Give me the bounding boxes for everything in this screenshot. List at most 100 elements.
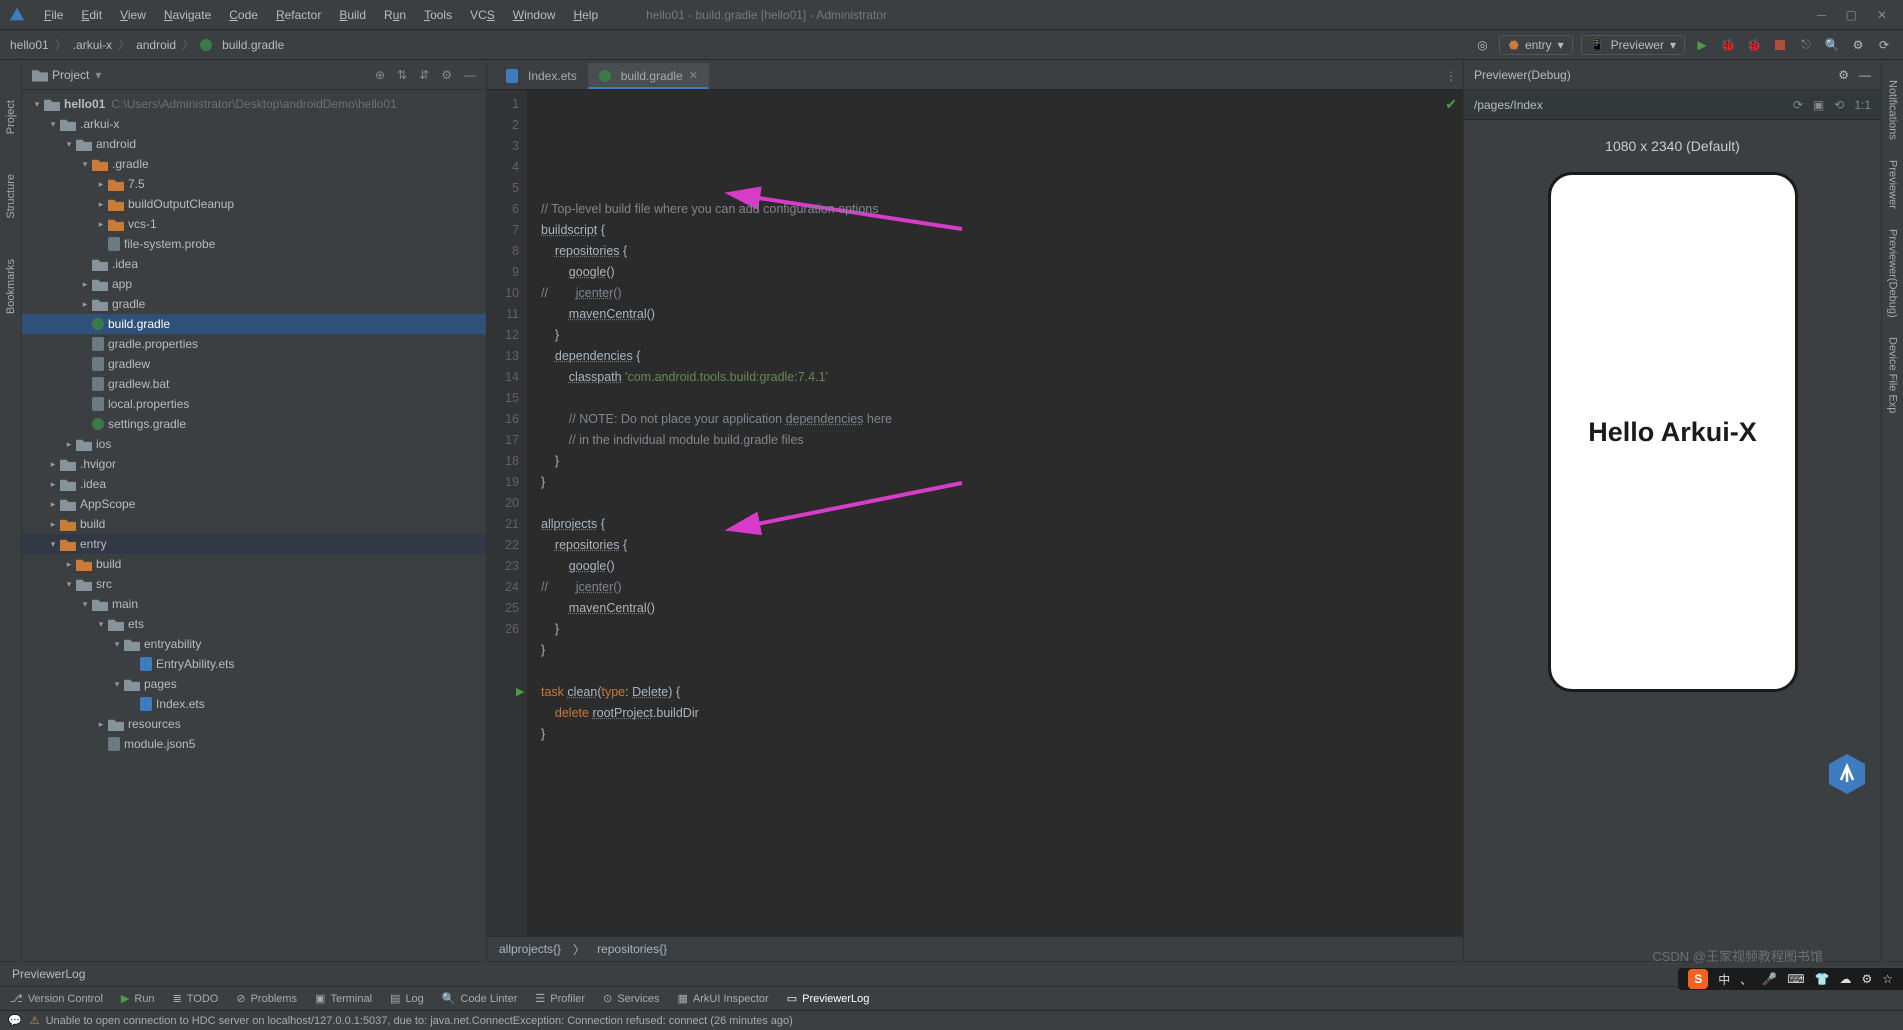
tree-item[interactable]: file-system.probe [124, 237, 215, 251]
editor-crumb-1[interactable]: repositories{} [597, 942, 667, 956]
project-tree[interactable]: ▾hello01C:\Users\Administrator\Desktop\a… [22, 90, 486, 961]
hide-icon[interactable]: — [464, 68, 476, 82]
tray-ime[interactable]: 中 [1718, 971, 1730, 988]
tree-item[interactable]: EntryAbility.ets [156, 657, 234, 671]
tree-item[interactable]: gradle.properties [108, 337, 198, 351]
tree-item[interactable]: gradlew.bat [108, 377, 169, 391]
tray-mic-icon[interactable]: 🎤 [1762, 972, 1777, 986]
collapse-icon[interactable]: ⇵ [419, 68, 429, 82]
rail-device-file[interactable]: Device File Exp [1887, 337, 1899, 413]
refresh-icon[interactable]: ⟳ [1875, 36, 1893, 54]
menu-run[interactable]: Run [376, 4, 414, 26]
bt-log[interactable]: ▤Log [390, 992, 424, 1005]
menu-build[interactable]: Build [331, 4, 374, 26]
bt-problems[interactable]: ⊘Problems [236, 992, 297, 1005]
run-button[interactable]: ▶ [1693, 36, 1711, 54]
target-icon[interactable]: ◎ [1473, 36, 1491, 54]
gear-icon[interactable]: ⚙ [1849, 36, 1867, 54]
menu-tools[interactable]: Tools [416, 4, 460, 26]
tray-punct[interactable]: 、 [1740, 971, 1752, 988]
tree-item[interactable]: app [112, 277, 132, 291]
harmony-badge-icon[interactable] [1825, 752, 1869, 796]
refresh-icon[interactable]: ⟳ [1793, 98, 1803, 112]
maximize-button[interactable]: ▢ [1846, 8, 1857, 22]
tree-item[interactable]: buildOutputCleanup [128, 197, 234, 211]
tab-build-gradle[interactable]: build.gradle✕ [588, 63, 709, 89]
run-config-entry[interactable]: ⬣ entry ▾ [1499, 35, 1572, 55]
tree-item[interactable]: build [96, 557, 121, 571]
tree-item-selected[interactable]: build.gradle [108, 317, 170, 331]
git-icon[interactable]: ⎋ [1797, 36, 1815, 54]
tree-item[interactable]: Index.ets [156, 697, 205, 711]
close-button[interactable]: ✕ [1877, 8, 1887, 22]
tree-item[interactable]: gradlew [108, 357, 150, 371]
expand-icon[interactable]: ⇅ [397, 68, 407, 82]
crumb-0[interactable]: hello01 [10, 38, 49, 52]
project-header-label[interactable]: Project [52, 68, 89, 82]
tray-keyboard-icon[interactable]: ⌨ [1787, 972, 1804, 986]
tree-item[interactable]: main [112, 597, 138, 611]
tree-item[interactable]: vcs-1 [128, 217, 157, 231]
tree-item[interactable]: gradle [112, 297, 145, 311]
chat-icon[interactable]: 💬 [8, 1014, 22, 1027]
gear-icon[interactable]: ⚙ [441, 68, 452, 82]
bt-arkui-inspector[interactable]: ▦ArkUI Inspector [678, 992, 769, 1005]
bt-terminal[interactable]: ▣Terminal [315, 992, 372, 1005]
tree-item[interactable]: .gradle [112, 157, 149, 171]
rail-bookmarks[interactable]: Bookmarks [5, 259, 17, 314]
menu-window[interactable]: Window [505, 4, 564, 26]
rail-notifications[interactable]: Notifications [1887, 80, 1899, 140]
tree-item[interactable]: local.properties [108, 397, 189, 411]
tree-item[interactable]: .idea [80, 477, 106, 491]
rotate-icon[interactable]: ⟲ [1834, 98, 1844, 112]
tree-item[interactable]: .idea [112, 257, 138, 271]
rail-project[interactable]: Project [5, 100, 17, 134]
ratio-icon[interactable]: 1:1 [1854, 98, 1871, 112]
editor-body[interactable]: 1234567891011121314151617181920212223242… [487, 90, 1463, 936]
bt-profiler[interactable]: ☰Profiler [535, 992, 585, 1005]
menu-view[interactable]: View [112, 4, 154, 26]
tray-skin-icon[interactable]: 👕 [1815, 972, 1830, 986]
rail-previewer[interactable]: Previewer [1887, 160, 1899, 209]
stop-button[interactable] [1771, 36, 1789, 54]
tree-item[interactable]: resources [128, 717, 181, 731]
menu-code[interactable]: Code [221, 4, 266, 26]
bt-run[interactable]: ▶Run [121, 992, 155, 1005]
bt-services[interactable]: ⊙Services [603, 992, 659, 1005]
tree-item[interactable]: build [80, 517, 105, 531]
tree-item[interactable]: .hvigor [80, 457, 116, 471]
device-frame[interactable]: Hello Arkui-X [1548, 172, 1798, 692]
tree-item[interactable]: ios [96, 437, 111, 451]
tab-overflow-icon[interactable]: ⋮ [1439, 63, 1463, 89]
tray-gear-icon[interactable]: ⚙ [1861, 972, 1872, 986]
menu-refactor[interactable]: Refactor [268, 4, 329, 26]
crumb-3[interactable]: build.gradle [222, 38, 284, 52]
gear-icon[interactable]: ⚙ [1838, 68, 1849, 82]
run-config-previewer[interactable]: 📱 Previewer ▾ [1581, 35, 1685, 55]
tree-item[interactable]: 7.5 [128, 177, 145, 191]
crumb-1[interactable]: .arkui-x [73, 38, 112, 52]
code-content[interactable]: ✔ // Top-level build file where you can … [527, 90, 1463, 936]
coverage-button[interactable]: 🐞 [1745, 36, 1763, 54]
bt-todo[interactable]: ≣TODO [173, 992, 219, 1005]
debug-button[interactable]: 🐞 [1719, 36, 1737, 54]
tree-item[interactable]: ets [128, 617, 144, 631]
bt-version-control[interactable]: ⎇Version Control [10, 992, 103, 1005]
tree-item[interactable]: entryability [144, 637, 201, 651]
tray-cloud-icon[interactable]: ☁ [1839, 972, 1851, 986]
previewer-log-title-bar[interactable]: PreviewerLog [0, 961, 1903, 986]
hide-icon[interactable]: — [1859, 68, 1871, 82]
tree-item[interactable]: module.json5 [124, 737, 195, 751]
menu-vcs[interactable]: VCS [462, 4, 503, 26]
menu-help[interactable]: Help [565, 4, 606, 26]
editor-crumb-0[interactable]: allprojects{} [499, 942, 561, 956]
target-icon[interactable]: ⊕ [375, 68, 385, 82]
tree-item[interactable]: src [96, 577, 112, 591]
close-icon[interactable]: ✕ [689, 69, 698, 82]
menu-navigate[interactable]: Navigate [156, 4, 219, 26]
bt-previewer-log[interactable]: ▭PreviewerLog [787, 992, 870, 1005]
bt-code-linter[interactable]: 🔍Code Linter [442, 992, 518, 1005]
tree-item[interactable]: entry [80, 537, 107, 551]
rail-previewer-debug[interactable]: Previewer(Debug) [1887, 229, 1899, 318]
tree-item[interactable]: android [96, 137, 136, 151]
